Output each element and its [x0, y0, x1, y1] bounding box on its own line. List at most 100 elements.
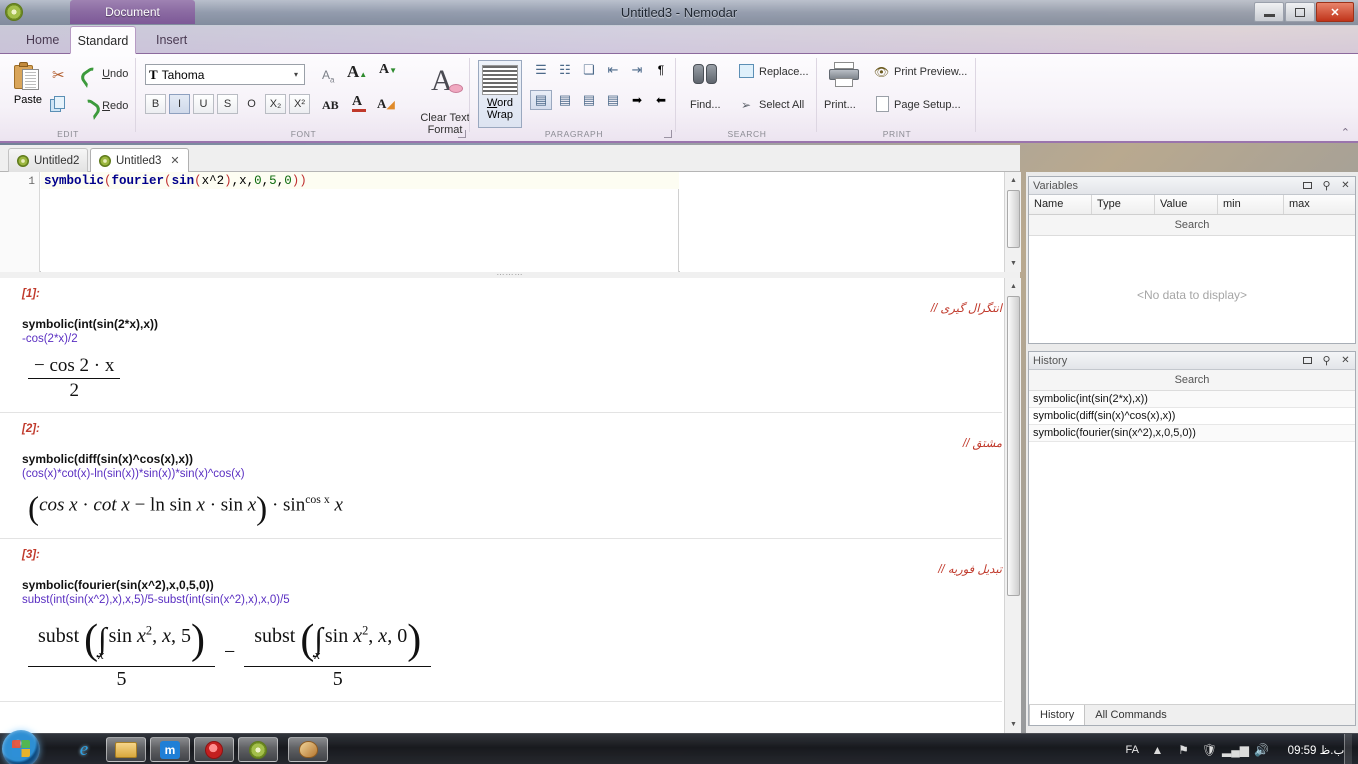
column-header-max[interactable]: max	[1284, 195, 1354, 214]
close-icon[interactable]: ✕	[1340, 180, 1351, 191]
taskbar-antivirus[interactable]	[194, 737, 234, 762]
taskbar-maxthon-browser[interactable]: m	[150, 737, 190, 762]
paragraph-dialog-launcher[interactable]	[664, 130, 672, 138]
taskbar-nemodar[interactable]	[238, 737, 278, 762]
bold-button[interactable]: B	[145, 94, 166, 114]
font-name-combobox[interactable]: T Tahoma ▾	[145, 64, 305, 85]
restore-icon[interactable]	[1302, 180, 1313, 191]
history-item[interactable]: symbolic(fourier(sin(x^2),x,0,5,0))	[1029, 425, 1355, 442]
rtl-direction-button[interactable]: ⬅	[650, 90, 672, 110]
minimize-button[interactable]	[1254, 2, 1284, 22]
scroll-up-arrow[interactable]: ▲	[1005, 172, 1022, 189]
grow-font-button[interactable]: A▲	[347, 62, 367, 82]
language-indicator[interactable]: FA	[1126, 744, 1139, 756]
doc-tab-untitled3[interactable]: Untitled3 ✕	[90, 148, 189, 172]
overline-button[interactable]: O	[241, 94, 262, 114]
redo-button[interactable]: Redo	[80, 99, 128, 113]
tab-history[interactable]: History	[1029, 705, 1085, 725]
print-preview-button[interactable]: Print Preview...	[894, 66, 967, 78]
clock[interactable]: 09:59 ب.ظ	[1280, 743, 1352, 757]
taskbar-paint[interactable]	[288, 737, 328, 762]
code-editor[interactable]: 1 symbolic(fourier(sin(x^2),x,0,5,0)) ⋯⋯…	[0, 172, 1020, 272]
editor-code-line[interactable]: symbolic(fourier(sin(x^2),x,0,5,0))	[41, 172, 679, 189]
history-item[interactable]: symbolic(diff(sin(x)^cos(x),x))	[1029, 408, 1355, 425]
align-left-button[interactable]: ▤	[530, 90, 552, 110]
start-button[interactable]	[2, 730, 40, 764]
network-icon[interactable]: ▂▄▆	[1228, 742, 1243, 757]
find-button[interactable]: Find...	[690, 99, 721, 111]
scroll-down-arrow[interactable]: ▼	[1005, 255, 1022, 272]
column-header-min[interactable]: min	[1218, 195, 1284, 214]
taskbar-internet-explorer[interactable]: e	[64, 737, 104, 762]
shrink-font-button[interactable]: A▼	[379, 62, 397, 78]
tab-all-commands[interactable]: All Commands	[1085, 705, 1177, 725]
ltr-direction-button[interactable]: ➡	[626, 90, 648, 110]
replace-button[interactable]: Replace...	[759, 66, 809, 78]
tab-home[interactable]: Home	[12, 26, 73, 54]
change-case-button[interactable]: AB	[322, 98, 339, 113]
action-center-icon[interactable]: 🛡	[1202, 742, 1217, 757]
tab-standard[interactable]: Standard	[70, 26, 136, 54]
chevron-down-icon[interactable]: ▾	[288, 70, 304, 79]
history-search-row[interactable]: Search	[1029, 370, 1355, 391]
editor-main-pane[interactable]	[41, 189, 679, 272]
show-desktop-button[interactable]	[1344, 734, 1352, 764]
variables-search-row[interactable]: Search	[1029, 215, 1355, 236]
highlight-color-button[interactable]: A◢	[377, 96, 395, 112]
history-item[interactable]: symbolic(int(sin(2*x),x))	[1029, 391, 1355, 408]
column-header-type[interactable]: Type	[1092, 195, 1155, 214]
close-icon[interactable]: ✕	[1340, 355, 1351, 366]
align-justify-button[interactable]: ▤	[602, 90, 624, 110]
editor-side-pane[interactable]	[680, 172, 1010, 272]
results-pane[interactable]: [1]: انتگرال گیری // symbolic(int(sin(2*…	[0, 278, 1020, 733]
clear-format-icon: A	[431, 66, 453, 96]
decrease-indent-button[interactable]: ⇤	[602, 60, 624, 80]
pin-icon[interactable]: ⚲	[1321, 355, 1332, 366]
word-wrap-button[interactable]: WordWrap	[478, 60, 522, 128]
align-right-button[interactable]: ▤	[578, 90, 600, 110]
collapse-ribbon-button[interactable]: ⌃	[1341, 126, 1350, 139]
undo-button[interactable]: UUndondo	[80, 67, 128, 81]
close-button[interactable]: ✕	[1316, 2, 1354, 22]
restore-icon[interactable]	[1302, 355, 1313, 366]
column-header-value[interactable]: Value	[1155, 195, 1218, 214]
column-header-name[interactable]: Name	[1029, 195, 1092, 214]
scissors-icon[interactable]: ✂	[52, 66, 65, 84]
font-color-button[interactable]: A	[352, 94, 366, 112]
subscript-button[interactable]: X₂	[265, 94, 286, 114]
superscript-button[interactable]: X²	[289, 94, 310, 114]
increase-indent-button[interactable]: ⇥	[626, 60, 648, 80]
show-formatting-marks-button[interactable]: ¶	[650, 60, 672, 80]
highlight-case-icon[interactable]: Aa	[322, 68, 334, 84]
close-icon[interactable]: ✕	[170, 154, 179, 167]
numbering-button[interactable]: ☷	[554, 60, 576, 80]
doc-tab-untitled2[interactable]: Untitled2	[8, 148, 88, 172]
multilevel-list-button[interactable]: ❏	[578, 60, 600, 80]
results-vertical-scrollbar[interactable]: ▲ ▼	[1004, 278, 1021, 733]
pin-icon[interactable]: ⚲	[1321, 180, 1332, 191]
editor-vertical-scrollbar[interactable]: ▲ ▼	[1004, 172, 1021, 272]
strikethrough-button[interactable]: S	[217, 94, 238, 114]
scroll-up-arrow[interactable]: ▲	[1005, 278, 1022, 295]
tab-insert[interactable]: Insert	[142, 26, 201, 54]
select-all-button[interactable]: Select All	[759, 99, 804, 111]
underline-button[interactable]: U	[193, 94, 214, 114]
paste-button[interactable]: Paste	[8, 94, 48, 106]
show-hidden-icons-button[interactable]: ▲	[1150, 742, 1165, 757]
print-button[interactable]: Print...	[824, 99, 856, 111]
font-name-value: Tahoma	[162, 68, 288, 82]
align-center-button[interactable]: ▤	[554, 90, 576, 110]
scroll-down-arrow[interactable]: ▼	[1005, 716, 1022, 733]
maximize-button[interactable]	[1285, 2, 1315, 22]
history-list[interactable]: symbolic(int(sin(2*x),x)) symbolic(diff(…	[1029, 391, 1355, 442]
volume-icon[interactable]: 🔊	[1254, 742, 1269, 757]
copy-icon[interactable]	[50, 96, 67, 112]
scrollbar-thumb[interactable]	[1007, 190, 1020, 248]
taskbar-file-explorer[interactable]	[106, 737, 146, 762]
flag-icon[interactable]: ⚑	[1176, 742, 1191, 757]
italic-button[interactable]: I	[169, 94, 190, 114]
scrollbar-thumb[interactable]	[1007, 296, 1020, 596]
page-setup-button[interactable]: Page Setup...	[894, 99, 961, 111]
bullets-button[interactable]: ☰	[530, 60, 552, 80]
font-dialog-launcher[interactable]	[458, 130, 466, 138]
